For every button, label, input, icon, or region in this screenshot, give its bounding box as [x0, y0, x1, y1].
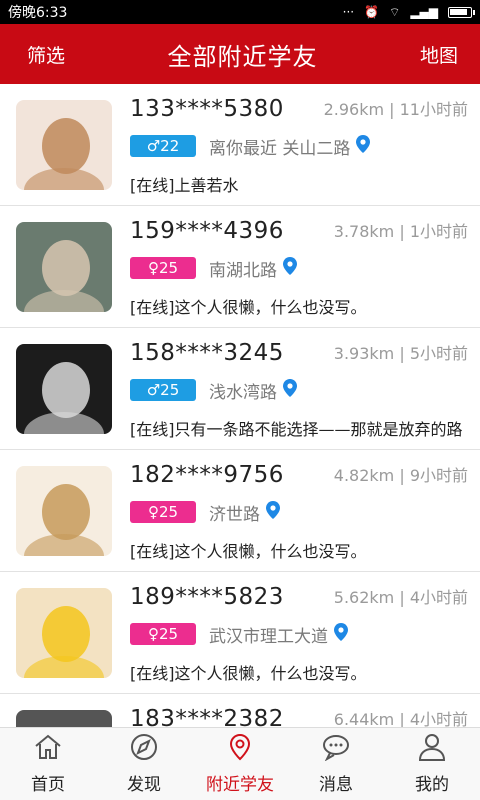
location-pin-icon [283, 379, 297, 402]
user-bio: [在线]只有一条路不能选择——那就是放弃的路 [130, 420, 463, 439]
user-row[interactable]: 182****9756 4.82km | 9小时前 ♀25 济世路 [在线]这个… [0, 450, 480, 572]
tab-label: 发现 [127, 775, 161, 795]
gender-age-badge: ♀25 [130, 257, 196, 279]
tab-compass[interactable]: 发现 [96, 728, 192, 800]
location-pin-icon [283, 257, 297, 280]
distance: 5.62km [333, 588, 395, 607]
time-ago: 4小时前 [409, 710, 468, 727]
tab-label: 我的 [415, 775, 449, 795]
status-time: 傍晚6:33 [8, 5, 68, 21]
tab-label: 消息 [319, 775, 353, 795]
user-phone: 183****2382 [130, 706, 284, 727]
location-text: 浅水湾路 [209, 383, 277, 403]
tab-location-pin[interactable]: 附近学友 [192, 728, 288, 800]
user-phone: 159****4396 [130, 218, 284, 244]
cell-signal-icon: ▂▄▆ [410, 5, 438, 19]
location-pin-icon [266, 501, 280, 524]
user-location: 浅水湾路 [209, 378, 297, 403]
user-bio: [在线]上善若水 [130, 176, 239, 195]
alarm-icon: ⏰ [364, 5, 380, 19]
user-phone: 182****9756 [130, 462, 284, 488]
user-location: 武汉市理工大道 [209, 622, 348, 647]
user-location: 离你最近 关山二路 [209, 134, 371, 159]
tab-person[interactable]: 我的 [384, 728, 480, 800]
battery-icon [448, 6, 475, 18]
tab-label: 附近学友 [206, 775, 274, 795]
top-bar: 筛选 全部附近学友 地图 [0, 24, 480, 84]
tab-home[interactable]: 首页 [0, 728, 96, 800]
gender-age-badge: ♂22 [130, 135, 196, 157]
time-ago: 4小时前 [409, 588, 468, 607]
user-location: 济世路 [209, 500, 280, 525]
compass-icon [129, 733, 159, 766]
home-icon [33, 733, 63, 766]
signal-dots-icon: ··· [342, 5, 355, 19]
filter-button[interactable]: 筛选 [27, 41, 65, 68]
user-row[interactable]: 159****4396 3.78km | 1小时前 ♀25 南湖北路 [在线]这… [0, 206, 480, 328]
wifi-icon: ⌔ [389, 4, 401, 19]
avatar[interactable] [16, 588, 112, 678]
time-ago: 5小时前 [409, 344, 468, 363]
status-bar: 傍晚6:33 ··· ⏰ ⌔ ▂▄▆ [0, 0, 480, 24]
distance-time: 4.82km | 9小时前 [333, 466, 468, 485]
avatar[interactable] [16, 710, 112, 727]
distance: 4.82km [333, 466, 395, 485]
user-row[interactable]: 158****3245 3.93km | 5小时前 ♂25 浅水湾路 [在线]只… [0, 328, 480, 450]
user-row[interactable]: 183****2382 6.44km | 4小时前 [0, 694, 480, 727]
user-bio: [在线]这个人很懒，什么也没写。 [130, 664, 367, 683]
distance: 3.93km [333, 344, 395, 363]
avatar[interactable] [16, 222, 112, 312]
page-title: 全部附近学友 [167, 42, 318, 71]
time-ago: 1小时前 [409, 222, 468, 241]
location-text: 南湖北路 [209, 261, 277, 281]
distance-time: 5.62km | 4小时前 [333, 588, 468, 607]
location-text: 离你最近 关山二路 [209, 139, 351, 159]
distance-time: 6.44km | 4小时前 [333, 710, 468, 727]
distance: 2.96km [323, 100, 385, 119]
avatar[interactable] [16, 344, 112, 434]
location-text: 武汉市理工大道 [209, 627, 328, 647]
nearby-user-list[interactable]: 133****5380 2.96km | 11小时前 ♂22 离你最近 关山二路… [0, 84, 480, 727]
chat-bubble-icon [321, 733, 351, 766]
person-icon [417, 733, 447, 766]
location-pin-icon [225, 733, 255, 766]
avatar[interactable] [16, 100, 112, 190]
avatar[interactable] [16, 466, 112, 556]
user-bio: [在线]这个人很懒，什么也没写。 [130, 542, 367, 561]
status-icons: ··· ⏰ ⌔ ▂▄▆ [342, 4, 475, 20]
tab-label: 首页 [31, 775, 65, 795]
user-phone: 158****3245 [130, 340, 284, 366]
distance-time: 2.96km | 11小时前 [323, 100, 468, 119]
location-pin-icon [356, 135, 371, 158]
user-location: 南湖北路 [209, 256, 297, 281]
user-phone: 133****5380 [130, 96, 284, 122]
gender-age-badge: ♀25 [130, 501, 196, 523]
location-text: 济世路 [209, 505, 260, 525]
time-ago: 11小时前 [399, 100, 468, 119]
user-phone: 189****5823 [130, 584, 284, 610]
user-bio: [在线]这个人很懒，什么也没写。 [130, 298, 367, 317]
time-ago: 9小时前 [409, 466, 468, 485]
tab-chat-bubble[interactable]: 消息 [288, 728, 384, 800]
bottom-tab-bar: 首页 发现 附近学友 消息 我的 [0, 727, 480, 800]
distance: 6.44km [333, 710, 395, 727]
user-row[interactable]: 133****5380 2.96km | 11小时前 ♂22 离你最近 关山二路… [0, 84, 480, 206]
gender-age-badge: ♀25 [130, 623, 196, 645]
location-pin-icon [334, 623, 348, 646]
distance-time: 3.78km | 1小时前 [333, 222, 468, 241]
user-row[interactable]: 189****5823 5.62km | 4小时前 ♀25 武汉市理工大道 [在… [0, 572, 480, 694]
gender-age-badge: ♂25 [130, 379, 196, 401]
distance: 3.78km [333, 222, 395, 241]
map-button[interactable]: 地图 [420, 41, 458, 68]
distance-time: 3.93km | 5小时前 [333, 344, 468, 363]
